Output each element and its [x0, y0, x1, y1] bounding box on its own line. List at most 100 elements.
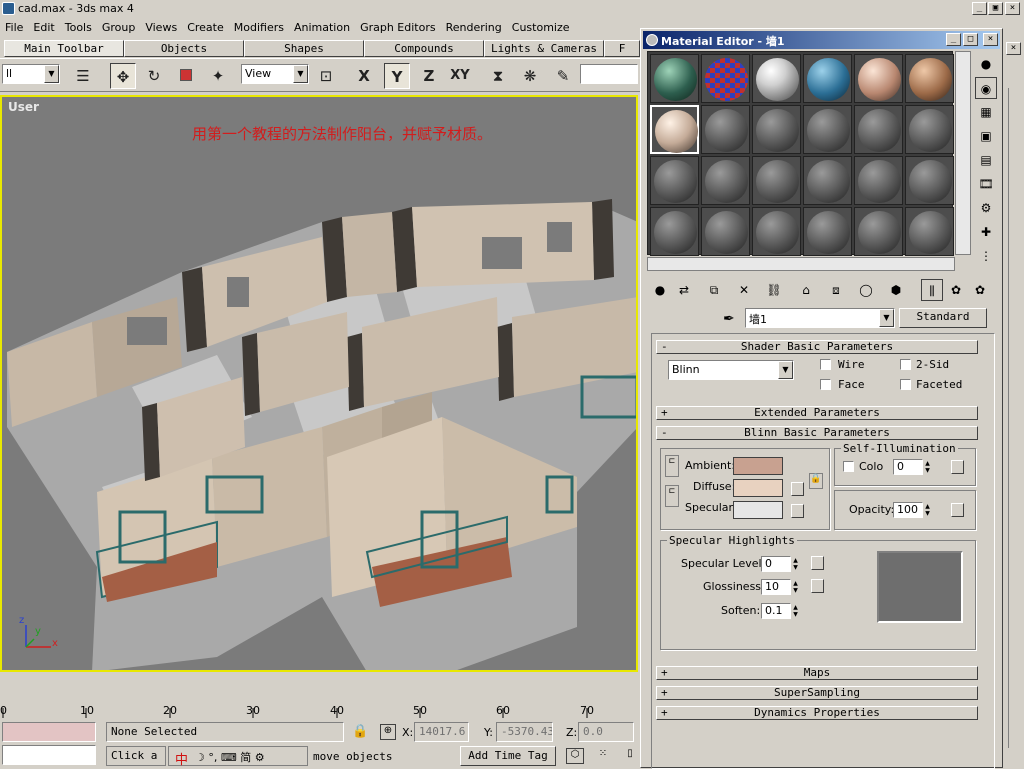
sample-type-icon[interactable]: ●: [975, 53, 997, 75]
named-selection-field[interactable]: [580, 64, 638, 84]
specular-map-button[interactable]: [791, 504, 804, 518]
spinner-arrows-icon[interactable]: ▲ ▼: [923, 460, 932, 474]
close-icon[interactable]: ×: [983, 33, 998, 46]
ime-toolbar[interactable]: 中 ☽ °, ⌨ 简 ⚙: [168, 746, 308, 768]
sample-slot[interactable]: [752, 156, 801, 205]
sample-slot[interactable]: [752, 207, 801, 256]
sample-slot[interactable]: [905, 105, 954, 154]
select-rotate-icon[interactable]: ↻: [141, 63, 167, 89]
select-manipulate-icon[interactable]: ✦: [205, 63, 231, 89]
get-material-icon[interactable]: ●: [649, 279, 671, 301]
material-name-dropdown[interactable]: 墙1 ▼: [745, 308, 895, 328]
minimize-icon[interactable]: _: [946, 33, 961, 46]
select-scale-icon[interactable]: [173, 63, 199, 89]
sample-slot[interactable]: [650, 207, 699, 256]
opacity-spinner[interactable]: 100 ▲ ▼: [893, 502, 930, 518]
go-forward-sibling-icon[interactable]: ✿: [945, 279, 967, 301]
menu-create[interactable]: Create: [182, 19, 229, 36]
close-icon[interactable]: ×: [1005, 2, 1020, 15]
menu-animation[interactable]: Animation: [289, 19, 355, 36]
background-icon[interactable]: ▦: [975, 101, 997, 123]
axis-y-button[interactable]: Y: [384, 63, 410, 89]
select-by-material-icon[interactable]: ✚: [975, 221, 997, 243]
sample-slot[interactable]: [905, 207, 954, 256]
slots-horizontal-scrollbar[interactable]: [647, 257, 955, 271]
reset-map-icon[interactable]: ✕: [733, 279, 755, 301]
diffuse-color-swatch[interactable]: [733, 479, 783, 497]
material-effects-channel-icon[interactable]: ⧈: [825, 279, 847, 301]
glossiness-map-button[interactable]: [811, 579, 824, 593]
sample-slot[interactable]: [854, 54, 903, 103]
spinner-arrows-icon[interactable]: ▲ ▼: [791, 604, 800, 618]
x-coord-field[interactable]: 14017.6: [414, 722, 469, 742]
ambient-color-swatch[interactable]: [733, 457, 783, 475]
maximize-icon[interactable]: ▣: [988, 2, 1003, 15]
tab-shapes[interactable]: Shapes: [244, 40, 364, 57]
select-by-name-icon[interactable]: ☰: [70, 63, 96, 89]
menu-edit[interactable]: Edit: [28, 19, 59, 36]
put-to-library-icon[interactable]: ⌂: [795, 279, 817, 301]
extended-params-rollout[interactable]: + Extended Parameters: [656, 406, 978, 420]
pivot-center-icon[interactable]: ⊡: [313, 63, 339, 89]
selection-filter-dropdown[interactable]: ll ▼: [2, 64, 60, 84]
blinn-basic-rollout[interactable]: - Blinn Basic Parameters: [656, 426, 978, 440]
menu-tools[interactable]: Tools: [60, 19, 97, 36]
axis-z-button[interactable]: Z: [416, 63, 442, 89]
shader-type-dropdown[interactable]: Blinn ▼: [668, 360, 794, 380]
menu-customize[interactable]: Customize: [507, 19, 575, 36]
spinner-arrows-icon[interactable]: ▲ ▼: [791, 580, 800, 594]
specular-level-map-button[interactable]: [811, 556, 824, 570]
glossiness-spinner[interactable]: 10 ▲ ▼: [761, 579, 798, 595]
sample-slot[interactable]: [701, 156, 750, 205]
show-map-in-viewport-icon[interactable]: ◯: [855, 279, 877, 301]
menu-rendering[interactable]: Rendering: [441, 19, 507, 36]
align-icon[interactable]: ✎: [550, 63, 576, 89]
sample-slot[interactable]: [650, 156, 699, 205]
sample-slot[interactable]: [854, 156, 903, 205]
lock-selection-icon[interactable]: 🔒: [352, 724, 368, 740]
z-coord-field[interactable]: 0.0: [578, 722, 634, 742]
self-illum-color-checkbox[interactable]: [843, 461, 854, 472]
video-color-check-icon[interactable]: ▤: [975, 149, 997, 171]
maximize-icon[interactable]: □: [963, 33, 978, 46]
maxscript-listener-mini[interactable]: [2, 722, 96, 742]
sample-slot[interactable]: [803, 105, 852, 154]
make-preview-icon[interactable]: 🎞: [975, 173, 997, 195]
two-sided-checkbox[interactable]: [900, 359, 911, 370]
minimize-icon[interactable]: _: [972, 2, 987, 15]
faceted-checkbox[interactable]: [900, 379, 911, 390]
sample-slot[interactable]: [752, 54, 801, 103]
y-coord-field[interactable]: -5370.43: [496, 722, 553, 742]
tab-lights-cameras[interactable]: Lights & Cameras: [484, 40, 604, 57]
menu-modifiers[interactable]: Modifiers: [229, 19, 289, 36]
time-ruler[interactable]: 0 10 20 30 40 50 60 70: [0, 694, 638, 718]
maxscript-input-mini[interactable]: [2, 745, 96, 765]
soften-spinner[interactable]: 0.1 ▲ ▼: [761, 603, 798, 619]
spinner-arrows-icon[interactable]: ▲ ▼: [791, 557, 800, 571]
sample-slot[interactable]: [701, 207, 750, 256]
material-map-navigator-icon[interactable]: ⋮: [975, 245, 997, 267]
make-unique-icon[interactable]: ⛓: [763, 279, 785, 301]
options-icon[interactable]: ⚙: [975, 197, 997, 219]
sample-slot[interactable]: [854, 207, 903, 256]
sample-slot[interactable]: [752, 105, 801, 154]
snap-icon[interactable]: ⁙: [594, 748, 612, 764]
close-icon[interactable]: ×: [1006, 42, 1021, 55]
diffuse-map-button[interactable]: [791, 482, 804, 496]
menu-graph-editors[interactable]: Graph Editors: [355, 19, 441, 36]
sample-slot[interactable]: [803, 54, 852, 103]
sample-slot[interactable]: [650, 54, 699, 103]
backlight-icon[interactable]: ◉: [975, 77, 997, 99]
lock-ambient-diffuse-icon[interactable]: ⊏: [665, 455, 679, 477]
face-map-checkbox[interactable]: [820, 379, 831, 390]
keyframe-icon[interactable]: ▯: [622, 748, 638, 764]
go-to-parent-icon[interactable]: ⫼: [921, 279, 943, 301]
axis-x-button[interactable]: X: [351, 63, 377, 89]
material-type-button[interactable]: Standard: [899, 308, 987, 328]
self-illum-map-button[interactable]: [951, 460, 964, 474]
spinner-arrows-icon[interactable]: ▲ ▼: [923, 503, 932, 517]
wire-checkbox[interactable]: [820, 359, 831, 370]
specular-color-swatch[interactable]: [733, 501, 783, 519]
eyedropper-icon[interactable]: ✒: [723, 311, 735, 327]
lock-diffuse-specular-icon[interactable]: ⊏: [665, 485, 679, 507]
